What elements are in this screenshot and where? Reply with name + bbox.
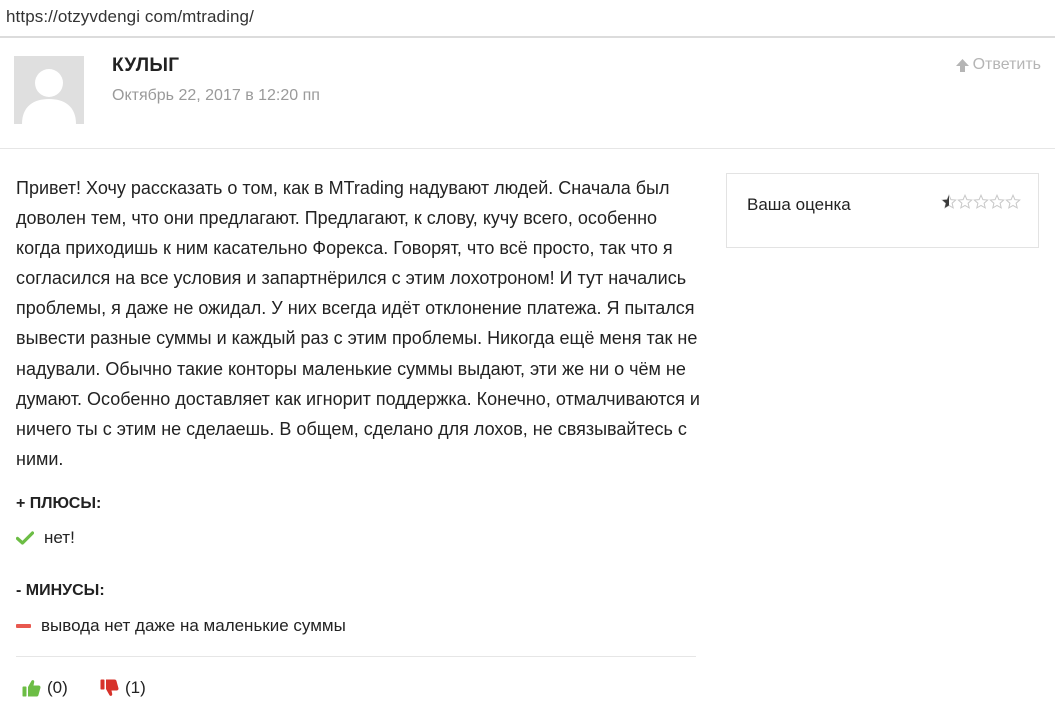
minus-icon [16,624,31,628]
star-icon[interactable] [957,194,973,210]
star-icon[interactable] [1005,194,1021,210]
avatar [14,56,84,124]
address-bar[interactable]: https://otzyvdengi com/mtrading/ [0,0,1055,38]
author-name: КУЛЫГ [112,55,180,76]
thumbs-up-icon [22,680,41,697]
star-icon[interactable] [941,194,957,210]
thumbs-down-icon [100,679,119,696]
pros-item: нет! [16,528,75,548]
cons-item-text: вывода нет даже на маленькие суммы [41,616,346,635]
rating-stars[interactable] [941,194,1021,210]
reply-button[interactable]: Ответить [955,56,1041,74]
rating-label: Ваша оценка [747,195,851,214]
url-text[interactable]: https://otzyvdengi com/mtrading/ [6,7,254,27]
dislike-count: (1) [125,678,146,697]
rating-widget: Ваша оценка [726,173,1039,248]
divider [16,656,696,657]
cons-item: вывода нет даже на маленькие суммы [16,616,346,636]
comment-date: Октябрь 22, 2017 в 12:20 пп [112,87,320,104]
star-icon[interactable] [989,194,1005,210]
pros-item-text: нет! [44,528,75,547]
default-avatar-icon [14,56,84,124]
dislike-button[interactable]: (1) [100,678,146,698]
cons-title: - МИНУСЫ: [16,582,105,599]
star-icon[interactable] [973,194,989,210]
arrow-up-icon [955,58,969,72]
checkmark-icon [16,531,34,545]
review-text: Привет! Хочу рассказать о том, как в MTr… [16,178,700,469]
divider [0,148,1055,149]
pros-title: + ПЛЮСЫ: [16,495,102,512]
like-button[interactable]: (0) [22,678,68,698]
reply-label: Ответить [972,56,1041,73]
like-count: (0) [47,678,68,697]
